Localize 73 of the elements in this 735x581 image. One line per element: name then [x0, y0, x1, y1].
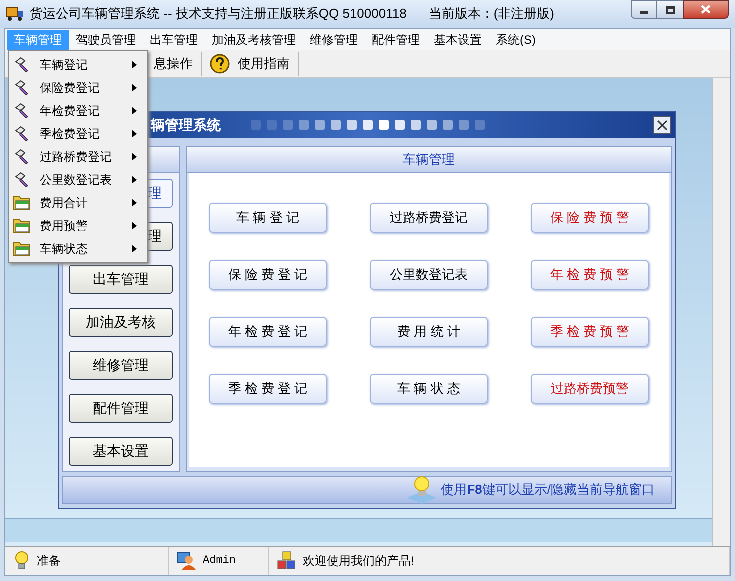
window-title: 货运公司车辆管理系统 -- 技术支持与注册正版联系QQ 510000118: [30, 5, 407, 24]
toolbar-button[interactable]: 息操作: [148, 52, 199, 76]
submenu-arrow-icon: [132, 84, 137, 92]
key-icon: [13, 78, 31, 96]
dropdown-item[interactable]: 保险费登记: [9, 76, 147, 99]
help-icon: [210, 54, 230, 74]
menu-item[interactable]: 驾驶员管理: [69, 30, 143, 50]
submenu-arrow-icon: [132, 176, 137, 184]
function-button[interactable]: 保 险 费 登 记: [209, 260, 327, 290]
submenu-arrow-icon: [132, 130, 137, 138]
dropdown-item[interactable]: 公里数登记表: [9, 168, 147, 191]
menu-item[interactable]: 基本设置: [427, 30, 489, 50]
status-text: 欢迎使用我们的产品!: [303, 553, 414, 570]
dropdown-item[interactable]: 费用预警: [9, 214, 147, 237]
dropdown-item[interactable]: 季检费登记: [9, 122, 147, 145]
function-button[interactable]: 车 辆 登 记: [209, 203, 327, 233]
menu-item[interactable]: 系统(S): [489, 30, 543, 50]
menu-item[interactable]: 出车管理: [143, 30, 205, 50]
nav-button[interactable]: 基本设置: [69, 437, 173, 466]
function-button[interactable]: 费 用 统 计: [370, 317, 488, 347]
menu-item[interactable]: 加油及考核管理: [205, 30, 303, 50]
key-icon: [13, 56, 31, 74]
hint-text: 使用F8键可以显示/隐藏当前导航窗口: [441, 481, 655, 500]
function-button[interactable]: 过路桥费预警: [531, 374, 649, 404]
function-button[interactable]: 车 辆 状 态: [370, 374, 488, 404]
key-icon: [13, 170, 31, 188]
menu-item[interactable]: 维修管理: [303, 30, 365, 50]
menu-item[interactable]: 配件管理: [365, 30, 427, 50]
nav-button[interactable]: 配件管理: [69, 394, 173, 423]
version-label: 当前版本：(非注册版): [428, 5, 554, 24]
close-button[interactable]: [683, 0, 729, 19]
key-icon: [13, 148, 31, 166]
folder-icon: [13, 240, 31, 256]
submenu-arrow-icon: [132, 106, 137, 114]
dropdown-item[interactable]: 车辆登记: [9, 53, 147, 76]
folder-icon: [13, 218, 31, 234]
key-icon: [13, 102, 31, 120]
dropdown-item[interactable]: 年检费登记: [9, 99, 147, 122]
blocks-icon: [277, 551, 297, 571]
panel-title: 车辆管理: [403, 150, 455, 169]
submenu-arrow-icon: [132, 152, 137, 160]
lightbulb-icon: [13, 551, 31, 571]
close-button[interactable]: [653, 116, 671, 134]
dropdown-item[interactable]: 车辆状态: [9, 237, 147, 260]
close-icon: [656, 120, 668, 130]
status-text: 准备: [37, 553, 61, 570]
nav-button[interactable]: 出车管理: [69, 265, 173, 294]
function-button[interactable]: 保 险 费 预 警: [531, 203, 649, 233]
nav-button[interactable]: 加油及考核: [69, 308, 173, 337]
lightbulb-icon: [405, 476, 440, 504]
status-text: Admin: [203, 554, 236, 569]
truck-icon: [6, 6, 24, 22]
function-button[interactable]: 年 检 费 登 记: [209, 317, 327, 347]
function-button[interactable]: 年 检 费 预 警: [531, 260, 649, 290]
minimize-button[interactable]: [631, 0, 657, 19]
toolbar-button[interactable]: 使用指南: [204, 52, 296, 76]
dropdown-item[interactable]: 过路桥费登记: [9, 145, 147, 168]
dropdown-item[interactable]: 费用合计: [9, 191, 147, 214]
submenu-arrow-icon: [132, 222, 137, 230]
key-icon: [13, 124, 31, 142]
nav-button[interactable]: 维修管理: [69, 351, 173, 380]
function-button[interactable]: 过路桥费登记: [370, 203, 488, 233]
user-icon: [177, 551, 197, 571]
function-button[interactable]: 季 检 费 预 警: [531, 317, 649, 347]
submenu-arrow-icon: [132, 198, 137, 206]
submenu-arrow-icon: [132, 244, 137, 252]
folder-icon: [13, 194, 31, 210]
child-window-title: 辆管理系统: [151, 116, 221, 134]
maximize-button[interactable]: [657, 0, 683, 19]
submenu-arrow-icon: [132, 60, 137, 68]
close-icon: [701, 5, 711, 14]
function-button[interactable]: 季 检 费 登 记: [209, 374, 327, 404]
function-button[interactable]: 公里数登记表: [370, 260, 488, 290]
